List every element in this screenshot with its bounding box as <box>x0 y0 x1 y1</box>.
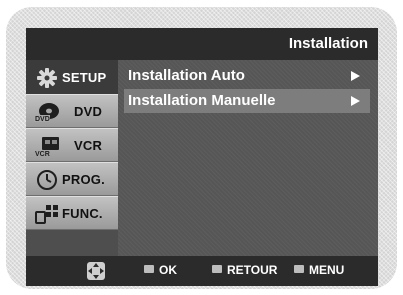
clock-icon <box>34 168 60 192</box>
gear-icon <box>34 66 60 90</box>
ok-label: OK <box>159 263 177 277</box>
sidebar-item-label: SETUP <box>62 70 107 85</box>
sidebar-item-label: VCR <box>74 138 103 153</box>
return-icon <box>212 265 222 273</box>
sidebar-item-setup[interactable]: SETUP <box>26 60 118 94</box>
menu-panel: Installation Auto Installation Manuelle <box>118 60 378 256</box>
svg-text:VCR: VCR <box>35 151 50 158</box>
arrow-right-icon <box>351 71 360 81</box>
sidebar: SETUP DVD DVD VCR VCR PROG. FUNC. <box>26 60 118 256</box>
arrow-right-icon <box>351 96 360 106</box>
menu-item-installation-manuelle[interactable]: Installation Manuelle <box>124 89 370 113</box>
sidebar-item-vcr[interactable]: VCR VCR <box>26 128 118 162</box>
sidebar-item-dvd[interactable]: DVD DVD <box>26 94 118 128</box>
return-label: RETOUR <box>227 263 278 277</box>
menu-item-label: Installation Manuelle <box>128 92 276 109</box>
sidebar-item-label: PROG. <box>62 172 105 187</box>
directional-pad-icon[interactable] <box>86 261 106 281</box>
vcr-icon: VCR <box>34 134 60 158</box>
footer-bar: OK RETOUR MENU <box>26 256 378 286</box>
sidebar-item-label: FUNC. <box>62 206 103 221</box>
menu-icon <box>294 265 304 273</box>
return-button[interactable]: RETOUR <box>212 263 277 277</box>
menu-item-installation-auto[interactable]: Installation Auto <box>124 64 370 88</box>
sidebar-item-prog[interactable]: PROG. <box>26 162 118 196</box>
function-icon <box>34 202 60 226</box>
menu-item-label: Installation Auto <box>128 67 245 84</box>
page-title: Installation <box>288 35 368 52</box>
title-bar: Installation <box>26 28 378 60</box>
sidebar-item-func[interactable]: FUNC. <box>26 196 118 230</box>
menu-label: MENU <box>309 263 345 277</box>
enter-icon <box>144 265 154 273</box>
svg-text:DVD: DVD <box>35 116 50 123</box>
dvd-disc-icon: DVD <box>34 100 60 124</box>
ok-button[interactable]: OK <box>144 263 177 277</box>
menu-button[interactable]: MENU <box>294 263 344 277</box>
sidebar-item-label: DVD <box>74 104 103 119</box>
setup-screen: Installation SETUP DVD DVD VCR VCR PROG.… <box>26 28 378 286</box>
